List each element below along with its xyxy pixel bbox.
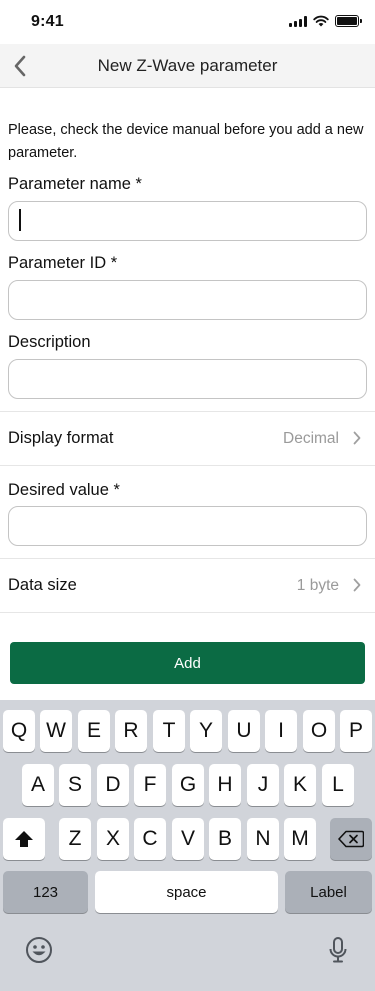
return-key[interactable]: Label	[285, 871, 372, 913]
key-f[interactable]: F	[134, 764, 166, 806]
key-t[interactable]: T	[153, 710, 185, 752]
shift-icon	[15, 831, 33, 847]
cellular-signal-icon	[289, 15, 307, 27]
key-p[interactable]: P	[340, 710, 372, 752]
key-c[interactable]: C	[134, 818, 166, 860]
key-d[interactable]: D	[97, 764, 129, 806]
description-label: Description	[8, 333, 91, 351]
key-l[interactable]: L	[322, 764, 354, 806]
chevron-right-icon	[353, 431, 361, 445]
chevron-right-icon	[353, 578, 361, 592]
display-format-label: Display format	[8, 429, 114, 447]
key-e[interactable]: E	[78, 710, 110, 752]
keyboard: Q W E R T Y U I O P A S D F G H J K L Z …	[0, 700, 375, 991]
key-v[interactable]: V	[172, 818, 204, 860]
key-h[interactable]: H	[209, 764, 241, 806]
data-size-label: Data size	[8, 576, 77, 594]
intro-text: Please, check the device manual before y…	[8, 122, 364, 161]
key-s[interactable]: S	[59, 764, 91, 806]
key-j[interactable]: J	[247, 764, 279, 806]
parameter-id-input[interactable]	[8, 280, 367, 320]
space-key[interactable]: space	[95, 871, 278, 913]
desired-value-label: Desired value *	[8, 481, 120, 499]
key-w[interactable]: W	[40, 710, 72, 752]
numbers-key[interactable]: 123	[3, 871, 88, 913]
backspace-icon	[338, 830, 364, 848]
status-icons	[289, 15, 362, 27]
key-y[interactable]: Y	[190, 710, 222, 752]
parameter-id-label: Parameter ID *	[8, 254, 118, 272]
key-x[interactable]: X	[97, 818, 129, 860]
key-q[interactable]: Q	[3, 710, 35, 752]
add-button[interactable]: Add	[10, 642, 365, 684]
key-u[interactable]: U	[228, 710, 260, 752]
status-bar: 9:41	[0, 0, 375, 44]
emoji-icon[interactable]	[25, 936, 53, 964]
battery-icon	[335, 15, 362, 27]
status-time: 9:41	[31, 13, 64, 30]
key-a[interactable]: A	[22, 764, 54, 806]
display-format-value: Decimal	[283, 430, 339, 447]
parameter-name-input[interactable]	[8, 201, 367, 241]
description-input[interactable]	[8, 359, 367, 399]
key-r[interactable]: R	[115, 710, 147, 752]
key-i[interactable]: I	[265, 710, 297, 752]
delete-key[interactable]	[330, 818, 372, 860]
key-g[interactable]: G	[172, 764, 204, 806]
microphone-icon[interactable]	[328, 936, 348, 964]
parameter-name-label: Parameter name *	[8, 175, 142, 193]
key-z[interactable]: Z	[59, 818, 91, 860]
key-o[interactable]: O	[303, 710, 335, 752]
navigation-bar: New Z-Wave parameter	[0, 44, 375, 88]
key-n[interactable]: N	[247, 818, 279, 860]
key-k[interactable]: K	[284, 764, 316, 806]
page-title: New Z-Wave parameter	[97, 56, 278, 75]
desired-value-input[interactable]	[8, 506, 367, 546]
display-format-row[interactable]: Display format Decimal	[0, 411, 375, 466]
key-b[interactable]: B	[209, 818, 241, 860]
text-cursor	[19, 209, 21, 231]
shift-key[interactable]	[3, 818, 45, 860]
wifi-icon	[313, 15, 329, 27]
data-size-row[interactable]: Data size 1 byte	[0, 558, 375, 613]
key-m[interactable]: M	[284, 818, 316, 860]
data-size-value: 1 byte	[296, 577, 339, 594]
